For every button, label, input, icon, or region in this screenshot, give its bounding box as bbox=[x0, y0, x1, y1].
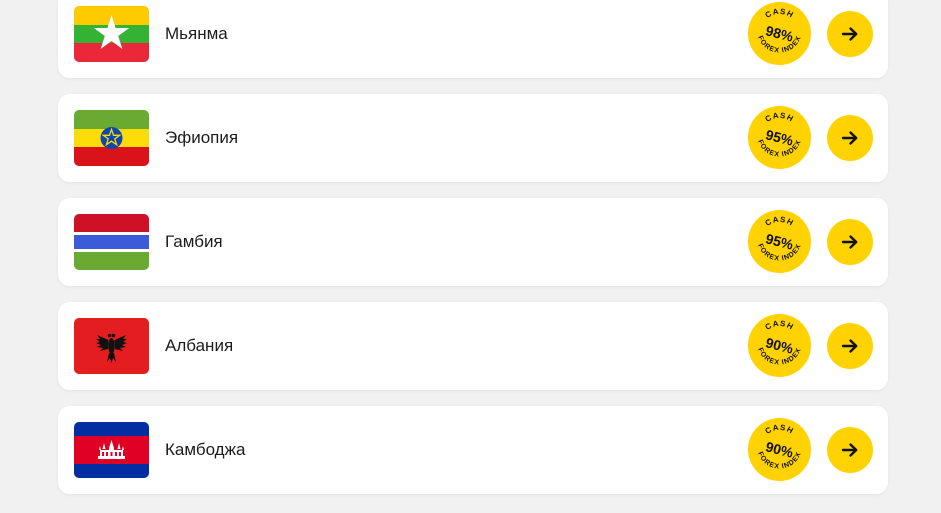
arrow-right-icon bbox=[840, 440, 860, 460]
cash-forex-index-badge: CASH 90% FOREX INDEX bbox=[748, 418, 811, 481]
country-card-cambodia[interactable]: Камбоджа CASH 90% FOREX INDEX bbox=[58, 406, 888, 494]
country-card-gambia[interactable]: Гамбия CASH 95% FOREX INDEX bbox=[58, 198, 888, 286]
myanmar-flag-icon bbox=[74, 6, 149, 62]
open-country-button[interactable] bbox=[827, 11, 873, 57]
gambia-flag-icon bbox=[74, 214, 149, 270]
ethiopia-flag-icon bbox=[74, 110, 149, 166]
open-country-button[interactable] bbox=[827, 115, 873, 161]
arrow-right-icon bbox=[840, 128, 860, 148]
cambodia-flag-icon bbox=[74, 422, 149, 478]
country-name: Эфиопия bbox=[165, 128, 239, 147]
country-name: Камбоджа bbox=[165, 440, 246, 459]
country-name: Мьянма bbox=[165, 24, 228, 43]
country-name: Албания bbox=[165, 336, 234, 355]
country-card-ethiopia[interactable]: Эфиопия CASH 95% FOREX INDEX bbox=[58, 94, 888, 182]
arrow-right-icon bbox=[840, 24, 860, 44]
country-card-myanmar[interactable]: Мьянма CASH 98% FOREX INDEX bbox=[58, 0, 888, 78]
country-name: Гамбия bbox=[165, 232, 223, 251]
cash-forex-index-badge: CASH 90% FOREX INDEX bbox=[748, 314, 811, 377]
country-list: Мьянма CASH 98% FOREX INDEX Эфиопия CASH… bbox=[58, 0, 888, 510]
cash-forex-index-badge: CASH 95% FOREX INDEX bbox=[748, 106, 811, 169]
open-country-button[interactable] bbox=[827, 323, 873, 369]
arrow-right-icon bbox=[840, 336, 860, 356]
open-country-button[interactable] bbox=[827, 427, 873, 473]
cash-forex-index-badge: CASH 98% FOREX INDEX bbox=[748, 2, 811, 65]
country-card-albania[interactable]: Албания CASH 90% FOREX INDEX bbox=[58, 302, 888, 390]
open-country-button[interactable] bbox=[827, 219, 873, 265]
arrow-right-icon bbox=[840, 232, 860, 252]
cash-forex-index-badge: CASH 95% FOREX INDEX bbox=[748, 210, 811, 273]
albania-flag-icon bbox=[74, 318, 149, 374]
